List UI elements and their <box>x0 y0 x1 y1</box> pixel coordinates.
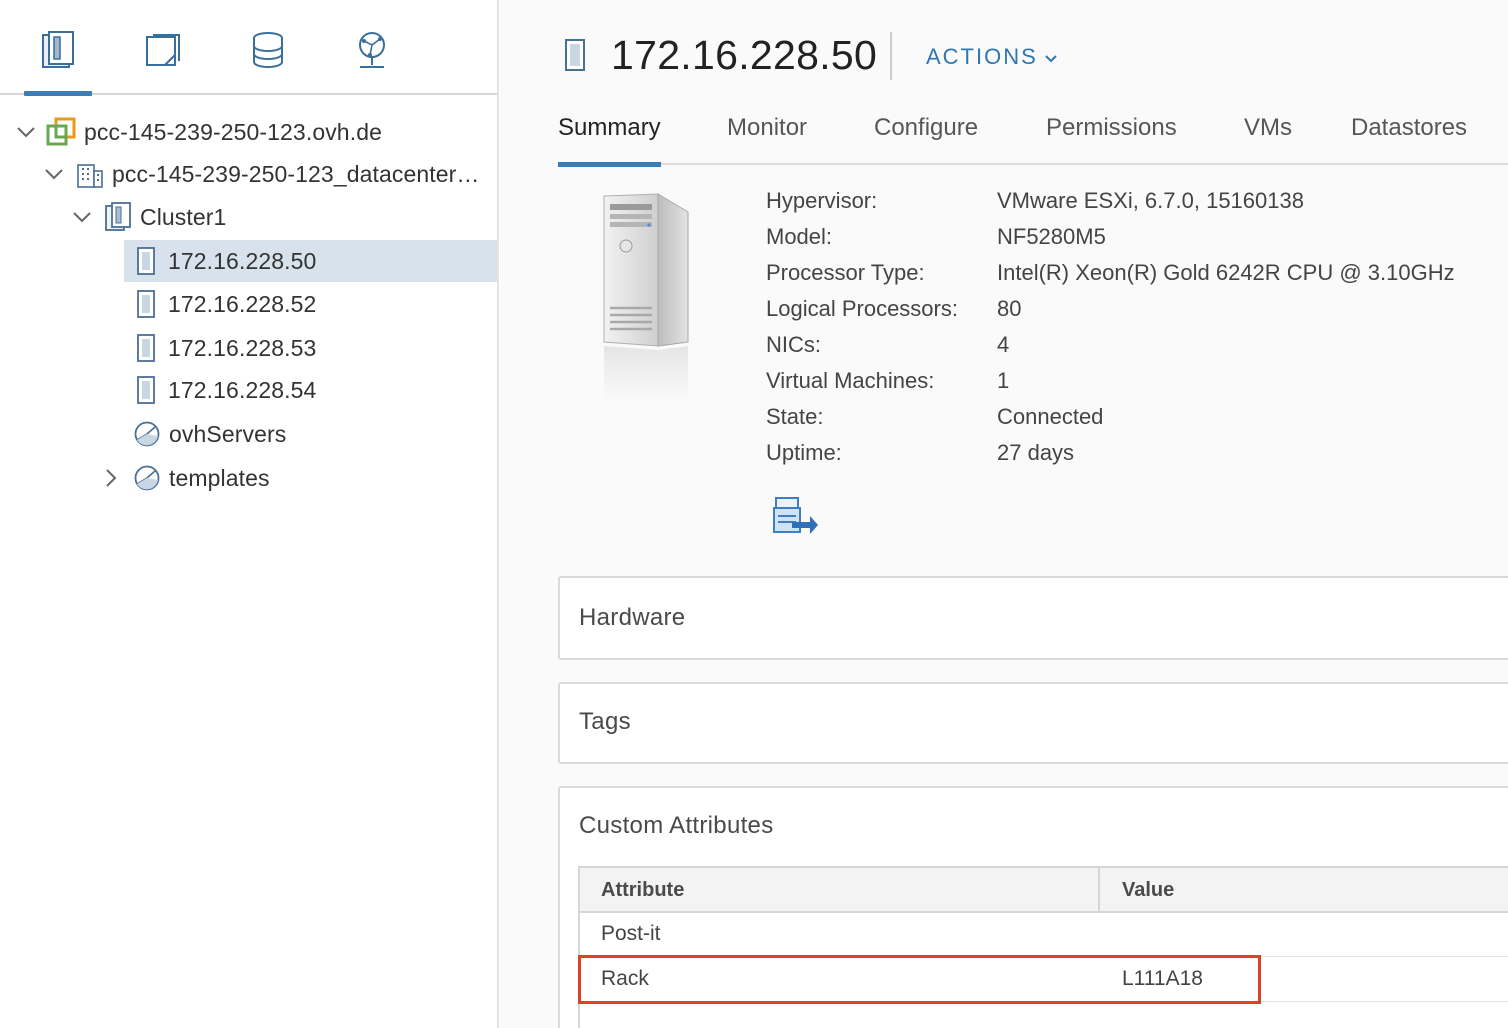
page-title: 172.16.228.50 <box>611 32 878 78</box>
hardware-card[interactable]: Hardware <box>558 576 1508 660</box>
tree-label: templates <box>169 464 270 491</box>
card-title: Tags <box>579 708 631 735</box>
tree-item-resource-pool[interactable]: templates <box>0 457 498 499</box>
highlight-annotation <box>578 955 1261 1004</box>
storage-icon <box>248 30 288 94</box>
prop-value: Connected <box>997 404 1104 429</box>
host-icon <box>131 333 161 363</box>
chevron-down-icon <box>1044 44 1058 70</box>
vms-templates-icon <box>143 30 183 94</box>
header-divider <box>890 32 892 80</box>
chevron-down-icon[interactable] <box>43 163 65 185</box>
tree-item-host[interactable]: 172.16.228.50 <box>0 240 498 282</box>
tab-vms[interactable]: VMs <box>1244 114 1292 165</box>
tree-label: pcc-145-239-250-123.ovh.de <box>84 118 382 145</box>
tree-item-host[interactable]: 172.16.228.53 <box>0 327 498 369</box>
table-header: Attribute Value <box>580 868 1508 913</box>
tree-item-datacenter[interactable]: pcc-145-239-250-123_datacenter… <box>0 153 498 195</box>
prop-value: 1 <box>997 368 1010 393</box>
navigator-tabs <box>0 0 498 96</box>
networking-icon <box>352 30 392 94</box>
tree-item-vcenter[interactable]: pcc-145-239-250-123.ovh.de <box>0 111 498 153</box>
prop-label: Processor Type: <box>766 260 925 285</box>
chevron-right-icon[interactable] <box>100 467 122 489</box>
tree-item-host[interactable]: 172.16.228.54 <box>0 369 498 411</box>
server-tower-image <box>596 188 696 405</box>
resource-pool-icon <box>132 463 162 493</box>
chevron-down-icon[interactable] <box>15 121 37 143</box>
tab-configure[interactable]: Configure <box>874 114 978 165</box>
prop-label: NICs: <box>766 332 821 357</box>
tree-label: 172.16.228.54 <box>168 376 317 403</box>
prop-label: Model: <box>766 224 833 249</box>
prop-value: 4 <box>997 332 1010 357</box>
column-header-attribute[interactable]: Attribute <box>601 879 684 902</box>
prop-label: Uptime: <box>766 440 842 465</box>
tab-monitor[interactable]: Monitor <box>727 114 807 165</box>
host-icon <box>564 38 586 77</box>
host-icon <box>131 289 161 319</box>
tree-label: 172.16.228.50 <box>168 247 317 274</box>
host-icon <box>131 246 161 276</box>
attribute-cell: Post-it <box>601 922 661 945</box>
prop-value: 27 days <box>997 440 1075 465</box>
tree-label: Cluster1 <box>140 203 227 230</box>
prop-value: Intel(R) Xeon(R) Gold 6242R CPU @ 3.10GH… <box>997 260 1455 285</box>
tree-item-cluster[interactable]: Cluster1 <box>0 196 498 238</box>
tab-storage[interactable] <box>240 30 296 94</box>
resource-pool-icon <box>132 419 162 449</box>
cluster-icon <box>103 202 133 232</box>
host-icon <box>131 375 161 405</box>
tags-card[interactable]: Tags <box>558 682 1508 764</box>
actions-menu-button[interactable]: ACTIONS <box>926 44 1058 70</box>
prop-value: VMware ESXi, 6.7.0, 15160138 <box>997 188 1304 213</box>
chevron-down-icon[interactable] <box>71 206 93 228</box>
tab-datastores[interactable]: Datastores <box>1351 114 1467 165</box>
hosts-clusters-icon <box>38 30 78 94</box>
card-title: Hardware <box>579 604 686 631</box>
prop-label: Hypervisor: <box>766 188 878 213</box>
inventory-navigator: pcc-145-239-250-123.ovh.de pcc-145-239-2… <box>0 0 498 1028</box>
table-row[interactable]: Post-it <box>580 913 1508 957</box>
tree-label: pcc-145-239-250-123_datacenter… <box>112 160 480 187</box>
datacenter-icon <box>75 159 105 189</box>
actions-label: ACTIONS <box>926 44 1038 69</box>
prop-value: 80 <box>997 296 1022 321</box>
column-header-value[interactable]: Value <box>1122 879 1174 902</box>
tree-item-host[interactable]: 172.16.228.52 <box>0 283 498 325</box>
card-title: Custom Attributes <box>579 812 774 839</box>
vmotion-icon[interactable] <box>772 496 820 541</box>
column-divider[interactable] <box>1098 868 1100 913</box>
tree-item-resource-pool[interactable]: ovhServers <box>0 413 498 455</box>
object-tabs: Summary Monitor Configure Permissions VM… <box>558 108 1508 167</box>
tree-label: ovhServers <box>169 420 287 447</box>
tab-vms-templates[interactable] <box>135 30 191 94</box>
prop-value: NF5280M5 <box>997 224 1106 249</box>
object-view: 172.16.228.50 ACTIONS Summary Monitor Co… <box>500 0 1508 1028</box>
prop-label: State: <box>766 404 824 429</box>
tab-summary[interactable]: Summary <box>558 114 661 167</box>
tab-networking[interactable] <box>344 30 400 94</box>
tab-hosts-clusters[interactable] <box>24 30 92 96</box>
tree-label: 172.16.228.53 <box>168 334 317 361</box>
vcenter-icon <box>46 117 76 147</box>
pane-splitter[interactable] <box>497 0 499 1028</box>
prop-label: Logical Processors: <box>766 296 958 321</box>
tree-label: 172.16.228.52 <box>168 290 317 317</box>
tab-permissions[interactable]: Permissions <box>1046 114 1177 165</box>
prop-label: Virtual Machines: <box>766 368 935 393</box>
